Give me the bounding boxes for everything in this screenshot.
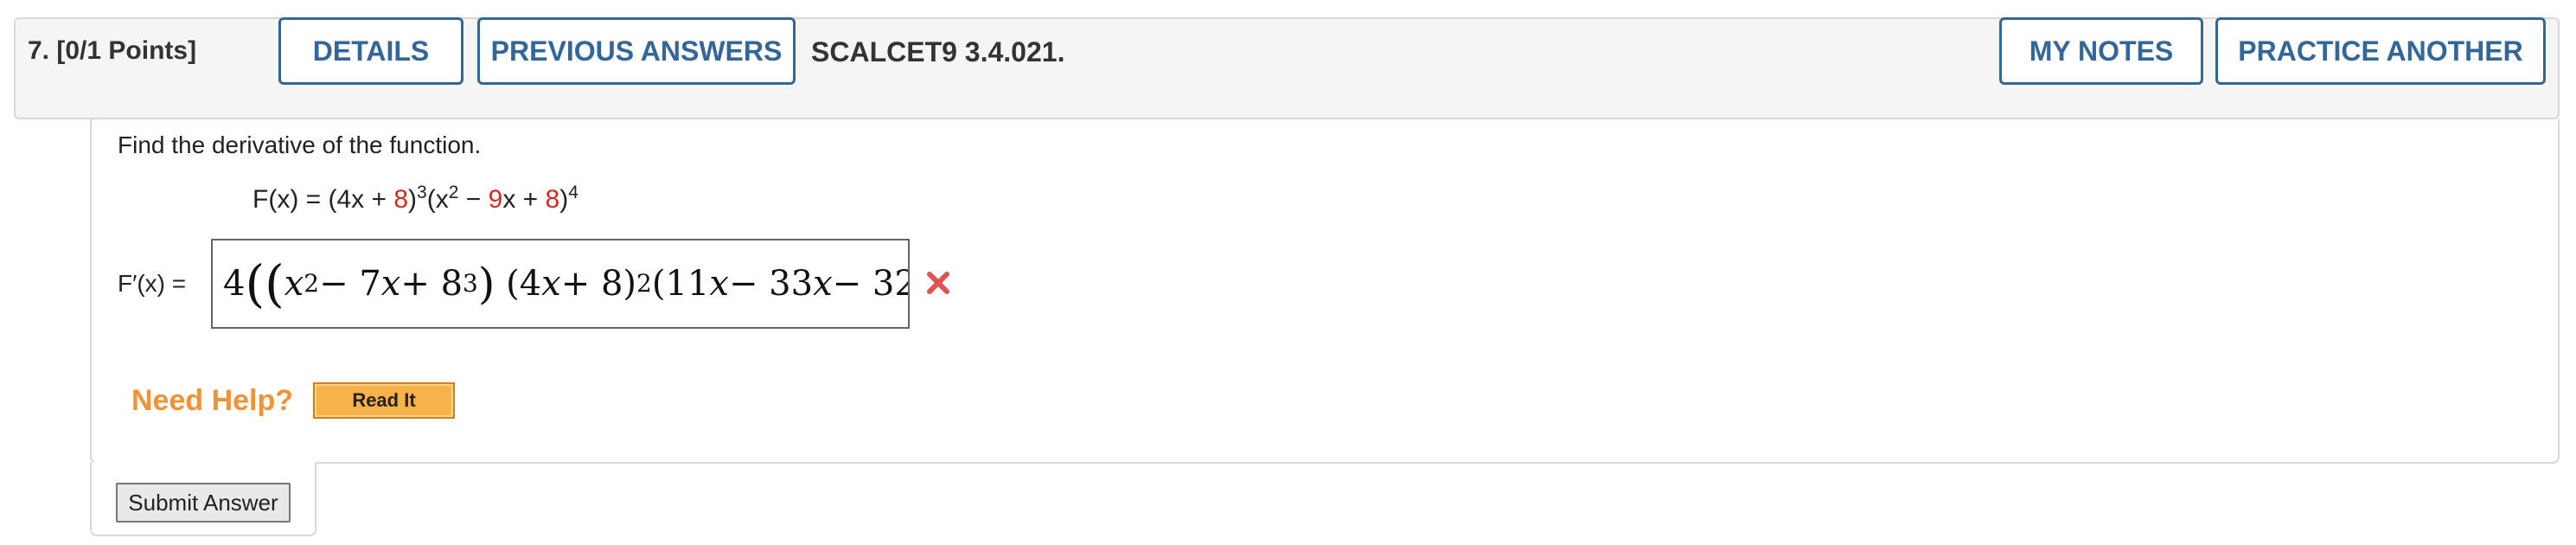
question-reference: SCALCET9 3.4.021.: [811, 36, 1065, 67]
function-text: ): [559, 185, 569, 214]
answer-term: x: [284, 264, 304, 304]
constant-value: 9: [488, 185, 503, 214]
answer-term: − 32): [832, 264, 908, 304]
answer-term: x: [541, 264, 561, 304]
answer-term: (4: [506, 264, 542, 304]
question-instruction: Find the derivative of the function.: [118, 131, 482, 158]
function-text: −: [458, 185, 489, 214]
answer-term: − 33: [728, 264, 814, 304]
exponent: 3: [417, 183, 427, 202]
answer-term: x: [380, 264, 401, 304]
answer-term: + 8: [400, 264, 463, 304]
question-number: 7. [0/1 Points]: [28, 36, 196, 66]
details-button[interactable]: DETAILS: [278, 17, 463, 85]
answer-coefficient: 4: [223, 264, 246, 304]
practice-another-button[interactable]: PRACTICE ANOTHER: [2215, 17, 2546, 85]
read-it-button[interactable]: Read It: [313, 382, 455, 419]
my-notes-button[interactable]: MY NOTES: [1999, 17, 2203, 85]
constant-value: 8: [393, 185, 409, 214]
answer-term: x: [813, 264, 833, 304]
answer-label: F′(x) =: [118, 270, 187, 297]
exponent: 2: [448, 183, 459, 202]
previous-answers-button[interactable]: PREVIOUS ANSWERS: [477, 17, 796, 85]
exponent: 4: [568, 183, 578, 202]
function-definition: F(x) = (4x + 8)3(x2 − 9x + 8)4: [252, 183, 578, 214]
answer-input[interactable]: 4((x 2 − 7x + 8 3) (4 x + 8) 2 (11 x − 33 x − 3…: [211, 239, 910, 329]
answer-term: − 7: [319, 264, 381, 304]
function-text: (x: [426, 185, 449, 214]
incorrect-x-icon: [927, 272, 949, 294]
question-number-text: 7.: [28, 36, 50, 65]
answer-term: + 8): [560, 264, 637, 304]
function-text: x +: [502, 185, 546, 214]
constant-value: 8: [545, 185, 560, 214]
answer-term: (11: [651, 264, 710, 304]
points-badge: [0/1 Points]: [56, 36, 197, 65]
need-help-label: Need Help?: [131, 384, 294, 417]
submit-answer-button[interactable]: Submit Answer: [116, 483, 291, 523]
answer-term: x: [709, 264, 729, 304]
function-text: F(x) = (4x +: [252, 185, 394, 214]
